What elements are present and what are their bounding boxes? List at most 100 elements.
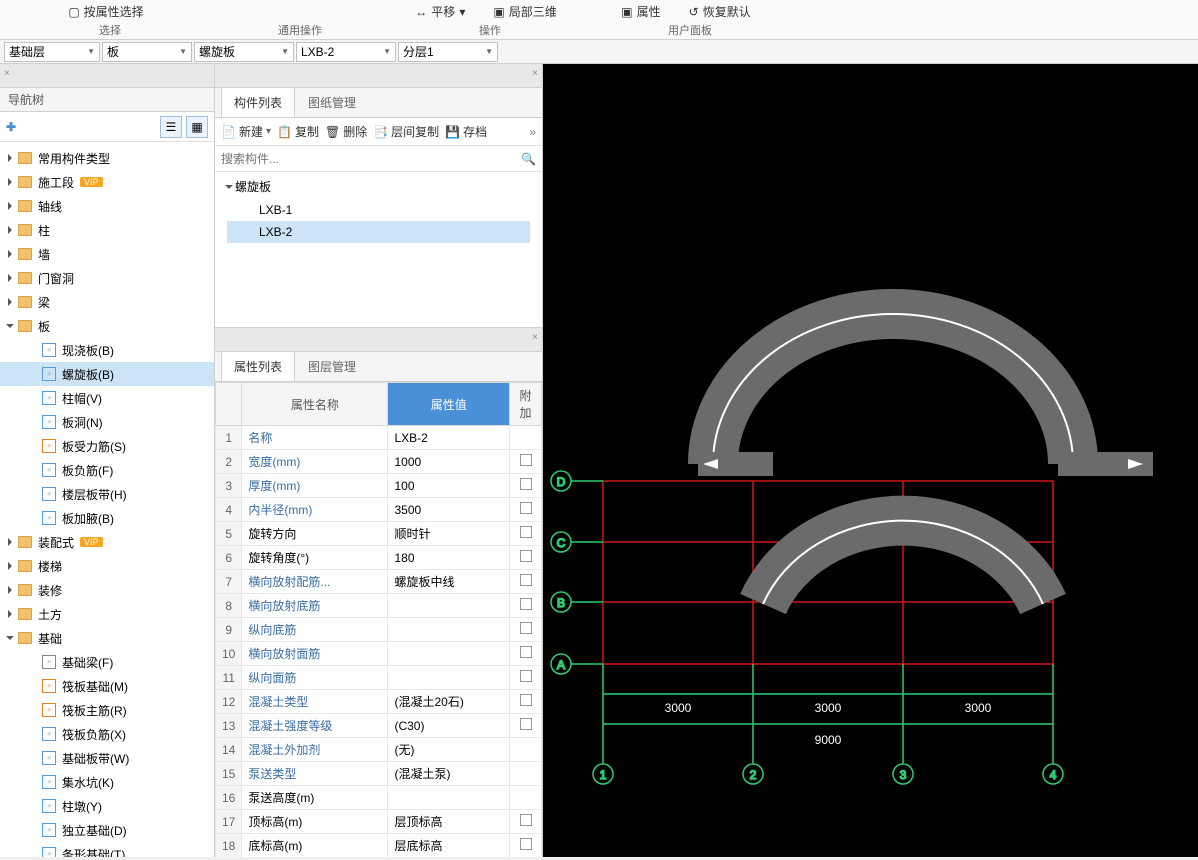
tab-component-list[interactable]: 构件列表: [221, 87, 295, 117]
component-item[interactable]: LXB-2: [227, 221, 530, 243]
close-icon[interactable]: ×: [532, 332, 538, 343]
nav-tree: 常用构件类型施工段VIP轴线柱墙门窗洞梁板▫现浇板(B)▫螺旋板(B)▫柱帽(V…: [0, 142, 214, 857]
close-icon[interactable]: ×: [4, 68, 10, 79]
tree-item[interactable]: 板: [0, 314, 214, 338]
attributes-button[interactable]: ▣ 属性: [615, 1, 666, 22]
property-row[interactable]: 7横向放射配筋...螺旋板中线: [216, 570, 542, 594]
property-row[interactable]: 18底标高(m)层底标高: [216, 834, 542, 858]
property-row[interactable]: 10横向放射面筋: [216, 642, 542, 666]
checkbox[interactable]: [520, 502, 532, 514]
item-icon: ▫: [42, 343, 56, 357]
tree-item[interactable]: ▫板加腋(B): [0, 506, 214, 530]
component-item[interactable]: LXB-1: [227, 199, 530, 221]
property-row[interactable]: 12混凝土类型(混凝土20石): [216, 690, 542, 714]
tree-item[interactable]: ▫楼层板带(H): [0, 482, 214, 506]
checkbox[interactable]: [520, 526, 532, 538]
tree-item[interactable]: 装修: [0, 578, 214, 602]
checkbox[interactable]: [520, 838, 532, 850]
checkbox[interactable]: [520, 694, 532, 706]
checkbox[interactable]: [520, 478, 532, 490]
select-by-attr-button[interactable]: ▢ 按属性选择: [62, 1, 149, 22]
tree-item[interactable]: ▫条形基础(T): [0, 842, 214, 857]
tree-item[interactable]: 常用构件类型: [0, 146, 214, 170]
property-row[interactable]: 13混凝土强度等级(C30): [216, 714, 542, 738]
tree-item[interactable]: 土方: [0, 602, 214, 626]
delete-button[interactable]: 🗑 删除: [325, 123, 367, 140]
property-row[interactable]: 4内半径(mm)3500: [216, 498, 542, 522]
tree-item[interactable]: ▫螺旋板(B): [0, 362, 214, 386]
add-icon[interactable]: ✚: [6, 120, 16, 134]
tree-item[interactable]: 楼梯: [0, 554, 214, 578]
viewport[interactable]: D C B A 1 2 3 4 3000: [543, 64, 1198, 857]
property-row[interactable]: 14混凝土外加剂(无): [216, 738, 542, 762]
checkbox[interactable]: [520, 574, 532, 586]
tab-property-list[interactable]: 属性列表: [221, 351, 295, 381]
tree-item[interactable]: ▫现浇板(B): [0, 338, 214, 362]
tree-item-label: 柱帽(V): [62, 390, 102, 407]
tree-item[interactable]: ▫柱墩(Y): [0, 794, 214, 818]
local-3d-button[interactable]: ▣ 局部三维: [487, 1, 562, 22]
tab-drawing-mgmt[interactable]: 图纸管理: [295, 87, 369, 117]
checkbox[interactable]: [520, 718, 532, 730]
item-icon: ▫: [42, 727, 56, 741]
list-view-icon[interactable]: ☰: [160, 116, 182, 138]
property-row[interactable]: 16泵送高度(m): [216, 786, 542, 810]
property-row[interactable]: 3厚度(mm)100: [216, 474, 542, 498]
search-input[interactable]: [221, 152, 521, 166]
tab-layer-mgmt[interactable]: 图层管理: [295, 351, 369, 381]
tree-item[interactable]: 基础: [0, 626, 214, 650]
layer-copy-button[interactable]: 📑 层间复制: [373, 123, 439, 140]
tree-item[interactable]: 轴线: [0, 194, 214, 218]
checkbox[interactable]: [520, 550, 532, 562]
tree-item-label: 装修: [38, 582, 62, 599]
tree-item[interactable]: ▫板受力筋(S): [0, 434, 214, 458]
tree-item[interactable]: ▫板洞(N): [0, 410, 214, 434]
property-row[interactable]: 15泵送类型(混凝土泵): [216, 762, 542, 786]
checkbox[interactable]: [520, 646, 532, 658]
property-row[interactable]: 1名称LXB-2: [216, 426, 542, 450]
pan-button[interactable]: ↔ 平移 ▾: [409, 1, 471, 22]
tree-item[interactable]: 柱: [0, 218, 214, 242]
close-icon[interactable]: ×: [532, 68, 538, 79]
layer-dropdown[interactable]: 基础层▼: [4, 42, 100, 62]
tree-item[interactable]: ▫筏板主筋(R): [0, 698, 214, 722]
checkbox[interactable]: [520, 814, 532, 826]
property-row[interactable]: 6旋转角度(°)180: [216, 546, 542, 570]
checkbox[interactable]: [520, 670, 532, 682]
tree-item[interactable]: 梁: [0, 290, 214, 314]
tree-item[interactable]: 墙: [0, 242, 214, 266]
tree-item[interactable]: 门窗洞: [0, 266, 214, 290]
component-root[interactable]: 螺旋板: [227, 178, 530, 195]
property-row[interactable]: 8横向放射底筋: [216, 594, 542, 618]
tree-item[interactable]: ▫板负筋(F): [0, 458, 214, 482]
more-icon[interactable]: »: [529, 125, 536, 139]
search-icon[interactable]: 🔍: [521, 152, 536, 166]
tree-item[interactable]: ▫集水坑(K): [0, 770, 214, 794]
category-dropdown[interactable]: 板▼: [102, 42, 192, 62]
checkbox[interactable]: [520, 622, 532, 634]
property-row[interactable]: 9纵向底筋: [216, 618, 542, 642]
property-row[interactable]: 17顶标高(m)层顶标高: [216, 810, 542, 834]
new-button[interactable]: 📄 新建 ▾: [221, 123, 271, 140]
property-row[interactable]: 2宽度(mm)1000: [216, 450, 542, 474]
copy-button[interactable]: 📋 复制: [277, 123, 319, 140]
subtype-dropdown[interactable]: 螺旋板▼: [194, 42, 294, 62]
component-dropdown[interactable]: LXB-2▼: [296, 42, 396, 62]
tree-item[interactable]: ▫基础梁(F): [0, 650, 214, 674]
restore-default-button[interactable]: ↺ 恢复默认: [683, 1, 757, 22]
floor-dropdown[interactable]: 分层1▼: [398, 42, 498, 62]
archive-button[interactable]: 💾 存档: [445, 123, 487, 140]
tree-item-label: 柱: [38, 222, 50, 239]
tree-item[interactable]: ▫独立基础(D): [0, 818, 214, 842]
checkbox[interactable]: [520, 454, 532, 466]
property-row[interactable]: 11纵向面筋: [216, 666, 542, 690]
tree-item[interactable]: 装配式VIP: [0, 530, 214, 554]
tree-item[interactable]: ▫筏板基础(M): [0, 674, 214, 698]
property-row[interactable]: 5旋转方向顺时针: [216, 522, 542, 546]
tree-item[interactable]: ▫筏板负筋(X): [0, 722, 214, 746]
tree-item[interactable]: 施工段VIP: [0, 170, 214, 194]
checkbox[interactable]: [520, 598, 532, 610]
tree-item[interactable]: ▫柱帽(V): [0, 386, 214, 410]
tree-item[interactable]: ▫基础板带(W): [0, 746, 214, 770]
grid-view-icon[interactable]: ▦: [186, 116, 208, 138]
